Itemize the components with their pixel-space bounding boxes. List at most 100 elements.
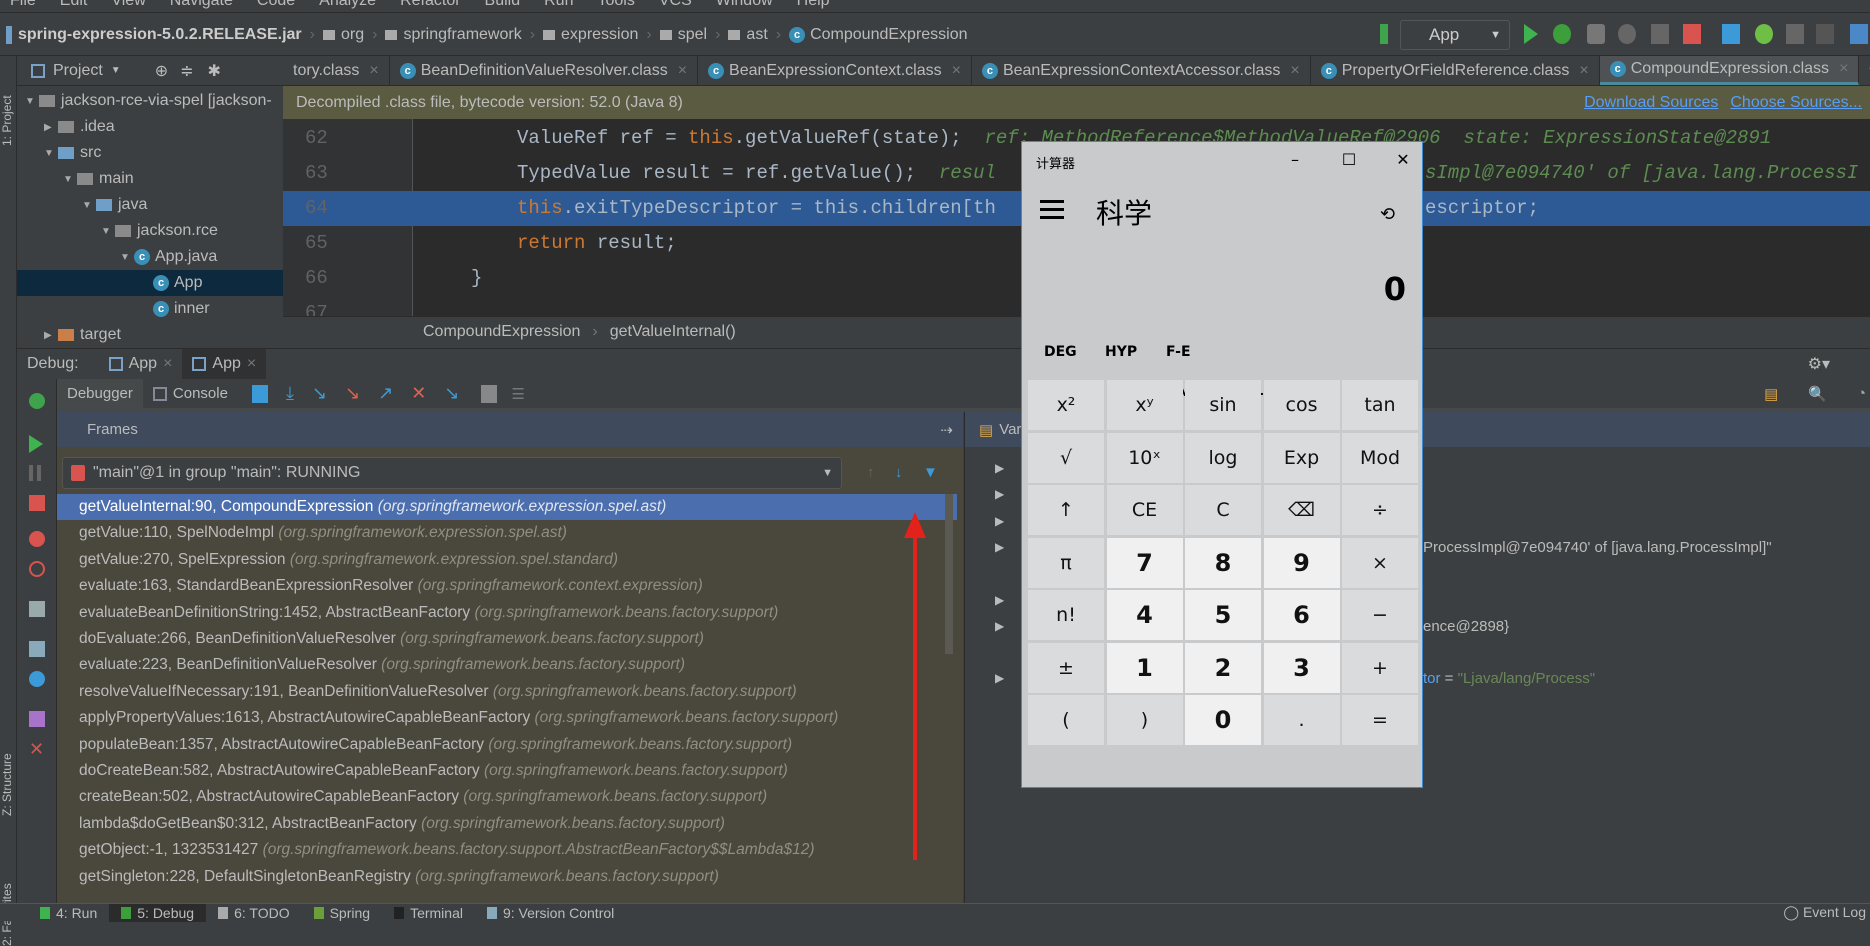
layout-icon[interactable] bbox=[29, 641, 45, 657]
locate-icon[interactable]: ⊕ bbox=[155, 61, 168, 81]
calc-button[interactable]: log bbox=[1185, 432, 1261, 483]
frame-row[interactable]: getObject:-1, 1323531427 (org.springfram… bbox=[57, 837, 957, 863]
expand-arrow-icon[interactable]: ▶ bbox=[995, 461, 1004, 475]
calc-button[interactable]: ± bbox=[1028, 642, 1104, 693]
nav-class[interactable]: c CompoundExpression bbox=[789, 26, 968, 44]
calc-button[interactable]: n! bbox=[1028, 590, 1104, 640]
filter-icon[interactable]: ▼ bbox=[923, 464, 938, 481]
frame-row[interactable]: getValue:270, SpelExpression (org.spring… bbox=[57, 547, 957, 573]
expand-arrow-icon[interactable]: ▶ bbox=[995, 540, 1004, 554]
calc-button[interactable]: 10ˣ bbox=[1106, 432, 1183, 483]
menu-vcs[interactable]: VCS bbox=[659, 0, 692, 9]
drop-frame-icon[interactable]: ✕ bbox=[411, 383, 426, 404]
calc-button[interactable]: tan bbox=[1342, 380, 1418, 430]
tab-beandefinitionvalueresolver-class[interactable]: c BeanDefinitionValueResolver.class × bbox=[390, 56, 699, 85]
hamburger-menu-icon[interactable] bbox=[1040, 200, 1064, 224]
calc-button[interactable]: ) bbox=[1106, 695, 1183, 745]
tool-window-9-version-control[interactable]: 9: Version Control bbox=[475, 904, 626, 922]
menu-edit[interactable]: Edit bbox=[60, 0, 88, 9]
history-icon[interactable]: ⟲ bbox=[1380, 204, 1395, 225]
tree-item[interactable]: ▼ main bbox=[17, 166, 283, 192]
expand-arrow-icon[interactable]: ▶ bbox=[995, 671, 1004, 685]
build-project-icon[interactable] bbox=[1651, 24, 1669, 44]
menu-navigate[interactable]: Navigate bbox=[170, 0, 233, 9]
vcs-update-icon[interactable] bbox=[1722, 24, 1740, 44]
revert-icon[interactable] bbox=[1816, 24, 1834, 44]
tab-overflow-menu[interactable]: ▾≡ bbox=[1859, 56, 1870, 85]
next-frame-icon[interactable]: ↓ bbox=[895, 464, 903, 481]
event-log-button[interactable]: ◯ Event Log bbox=[1783, 904, 1866, 921]
calc-button[interactable]: 3 bbox=[1263, 642, 1340, 693]
force-step-into-icon[interactable]: ↘ bbox=[345, 383, 360, 404]
expand-arrow-icon[interactable]: ▼ bbox=[101, 226, 115, 237]
calc-button[interactable]: ↑ bbox=[1028, 485, 1104, 535]
calc-button[interactable]: 6 bbox=[1263, 590, 1340, 640]
calc-button[interactable]: x² bbox=[1028, 380, 1104, 430]
close-icon[interactable]: ✕ bbox=[29, 740, 45, 758]
menu-tools[interactable]: Tools bbox=[597, 0, 634, 9]
expand-arrow-icon[interactable]: ▼ bbox=[120, 252, 134, 263]
thread-select[interactable]: "main"@1 in group "main": RUNNING ▼ bbox=[62, 457, 842, 489]
calc-button[interactable]: 9 bbox=[1263, 537, 1340, 588]
tool-window-6-todo[interactable]: 6: TODO bbox=[206, 904, 302, 922]
tree-item[interactable]: ▼ jackson-rce-via-spel [jackson- bbox=[17, 88, 283, 114]
menu-file[interactable]: File bbox=[10, 0, 36, 9]
frame-row[interactable]: getValueInternal:90, CompoundExpression … bbox=[57, 494, 957, 520]
frame-row[interactable]: getValue:110, SpelNodeImpl (org.springfr… bbox=[57, 520, 957, 546]
close-tab-icon[interactable]: × bbox=[1839, 60, 1848, 78]
history-icon[interactable] bbox=[1786, 24, 1804, 44]
frame-row[interactable]: lambda$doGetBean$0:312, AbstractBeanFact… bbox=[57, 811, 957, 837]
close-tab-icon[interactable]: × bbox=[369, 62, 378, 80]
close-tab-icon[interactable]: × bbox=[952, 62, 961, 80]
frame-row[interactable]: evaluateBeanDefinitionString:1452, Abstr… bbox=[57, 600, 957, 626]
angle-deg-button[interactable]: DEG bbox=[1044, 344, 1077, 360]
stop-icon[interactable] bbox=[1683, 24, 1701, 44]
close-tab-icon[interactable]: × bbox=[678, 62, 687, 80]
stop-icon[interactable] bbox=[29, 495, 45, 511]
nav-crumb[interactable]: ast bbox=[728, 26, 768, 44]
calc-button[interactable]: ⌫ bbox=[1263, 485, 1340, 535]
calc-button[interactable]: 0 bbox=[1185, 695, 1261, 745]
frame-row[interactable]: applyPropertyValues:1613, AbstractAutowi… bbox=[57, 705, 957, 731]
rerun-icon[interactable] bbox=[29, 393, 45, 409]
expand-arrow-icon[interactable]: ▶ bbox=[995, 514, 1004, 528]
expand-arrow-icon[interactable]: ▶ bbox=[995, 487, 1004, 501]
close-tab-icon[interactable]: × bbox=[1290, 62, 1299, 80]
pause-icon[interactable] bbox=[29, 465, 41, 481]
threads-icon[interactable]: ▤ bbox=[1764, 385, 1778, 403]
menu-view[interactable]: View bbox=[111, 0, 145, 9]
nav-crumb[interactable]: springframework bbox=[385, 26, 522, 44]
step-out-icon[interactable]: ↗ bbox=[378, 383, 393, 404]
calc-button[interactable]: 1 bbox=[1106, 642, 1183, 693]
minimize-button[interactable]: – bbox=[1280, 150, 1310, 169]
frame-row[interactable]: createBean:502, AbstractAutowireCapableB… bbox=[57, 784, 957, 810]
coverage-icon[interactable] bbox=[1587, 24, 1605, 44]
calc-button[interactable]: ÷ bbox=[1342, 485, 1418, 535]
calc-button[interactable]: 5 bbox=[1185, 590, 1261, 640]
frame-row[interactable]: resolveValueIfNecessary:191, BeanDefinit… bbox=[57, 679, 957, 705]
tree-item[interactable]: ▼ java bbox=[17, 192, 283, 218]
calc-button[interactable]: . bbox=[1263, 695, 1340, 745]
calc-button[interactable]: − bbox=[1342, 590, 1418, 640]
tree-item[interactable]: ▶ .idea bbox=[17, 114, 283, 140]
expand-arrow-icon[interactable]: ▼ bbox=[25, 96, 39, 107]
menu-code[interactable]: Code bbox=[257, 0, 295, 9]
step-into-icon[interactable]: ↘ bbox=[312, 383, 327, 404]
calc-button[interactable]: Mod bbox=[1342, 432, 1418, 483]
build-icon[interactable] bbox=[1380, 24, 1388, 44]
tree-item[interactable]: c inner bbox=[17, 296, 283, 322]
debug-session-tab[interactable]: App × bbox=[99, 349, 183, 379]
calc-button[interactable]: C bbox=[1185, 485, 1261, 535]
tab-beanexpressioncontext-class[interactable]: c BeanExpressionContext.class × bbox=[698, 56, 972, 85]
expand-arrow-icon[interactable]: ▶ bbox=[44, 122, 58, 133]
tab-propertyorfieldreference-class[interactable]: c PropertyOrFieldReference.class × bbox=[1311, 56, 1600, 85]
expand-arrow-icon[interactable]: ▼ bbox=[82, 200, 96, 211]
calc-button[interactable]: √ bbox=[1028, 432, 1104, 483]
run-icon[interactable] bbox=[1524, 24, 1538, 44]
favorites-tool-button[interactable]: 2: Favorites bbox=[0, 846, 17, 946]
camera-icon[interactable] bbox=[29, 601, 45, 617]
maximize-button[interactable]: ☐ bbox=[1334, 150, 1364, 169]
frames-scrollbar[interactable] bbox=[945, 494, 953, 654]
menu-help[interactable]: Help bbox=[797, 0, 830, 9]
frame-row[interactable]: evaluate:163, StandardBeanExpressionReso… bbox=[57, 573, 957, 599]
